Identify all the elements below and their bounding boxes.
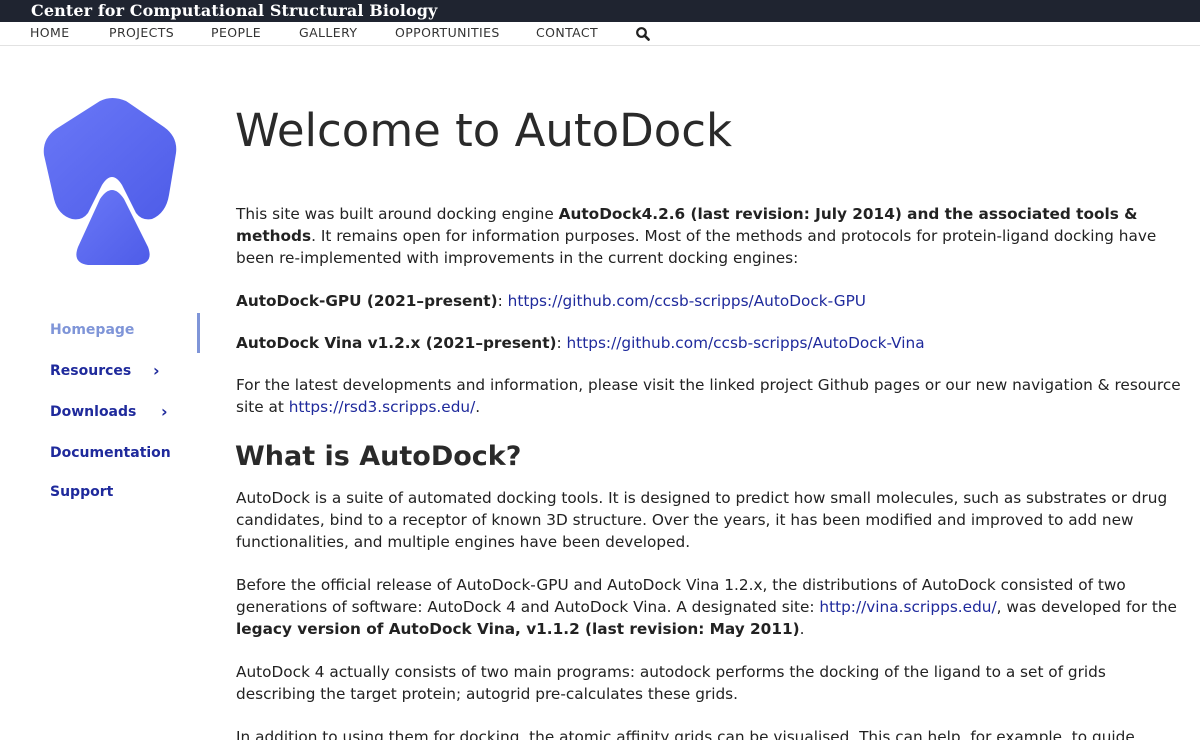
- what-paragraph-2: Before the official release of AutoDock-…: [236, 574, 1181, 640]
- sidebar-active-indicator: [197, 313, 200, 353]
- nav-item-people[interactable]: PEOPLE: [211, 25, 261, 40]
- sidebar-item-support[interactable]: Support: [50, 484, 113, 500]
- gpu-label: AutoDock-GPU (2021–present): [236, 292, 498, 310]
- page-title: Welcome to AutoDock: [235, 104, 733, 157]
- sidebar-item-resources[interactable]: Resources: [50, 363, 131, 379]
- site-title[interactable]: Center for Computational Structural Biol…: [31, 1, 437, 21]
- nav-item-home[interactable]: HOME: [30, 25, 70, 40]
- sidebar-item-downloads[interactable]: Downloads: [50, 404, 136, 420]
- gpu-sep: :: [497, 292, 508, 310]
- vina-link[interactable]: https://github.com/ccsb-scripps/AutoDock…: [567, 334, 925, 352]
- intro-text: This site was built around docking engin…: [236, 205, 559, 223]
- chevron-right-icon[interactable]: ›: [153, 361, 160, 380]
- what-paragraph-1: AutoDock is a suite of automated docking…: [236, 489, 1168, 551]
- nav-item-projects[interactable]: PROJECTS: [109, 25, 174, 40]
- nav-item-opportunities[interactable]: OPPORTUNITIES: [395, 25, 500, 40]
- intro-text-after: . It remains open for information purpos…: [236, 227, 1157, 267]
- what-heading: What is AutoDock?: [235, 441, 522, 472]
- rsd3-link[interactable]: https://rsd3.scripps.edu/: [289, 398, 476, 416]
- latest-after: .: [475, 398, 481, 416]
- vina-label: AutoDock Vina v1.2.x (2021–present): [236, 334, 557, 352]
- what-p2-middle: , was developed for the: [996, 598, 1177, 616]
- chevron-right-icon[interactable]: ›: [161, 402, 168, 421]
- gpu-link[interactable]: https://github.com/ccsb-scripps/AutoDock…: [508, 292, 866, 310]
- top-bar: Center for Computational Structural Biol…: [0, 0, 1200, 22]
- what-p2-bold: legacy version of AutoDock Vina, v1.1.2 …: [236, 620, 800, 638]
- vina-legacy-link[interactable]: http://vina.scripps.edu/: [819, 598, 996, 616]
- search-icon[interactable]: [635, 26, 651, 42]
- sidebar-item-homepage[interactable]: Homepage: [50, 322, 134, 338]
- vina-line: AutoDock Vina v1.2.x (2021–present): htt…: [236, 332, 1181, 354]
- intro-paragraph: This site was built around docking engin…: [236, 203, 1181, 269]
- what-p2-after: .: [799, 620, 805, 638]
- nav-item-gallery[interactable]: GALLERY: [299, 25, 357, 40]
- sidebar-item-documentation[interactable]: Documentation: [50, 445, 171, 461]
- latest-paragraph: For the latest developments and informat…: [236, 374, 1181, 418]
- what-paragraph-3: AutoDock 4 actually consists of two main…: [236, 663, 1106, 703]
- autodock-logo[interactable]: [38, 95, 186, 271]
- gpu-line: AutoDock-GPU (2021–present): https://git…: [236, 290, 1181, 312]
- nav-item-contact[interactable]: CONTACT: [536, 25, 598, 40]
- what-paragraph-4: In addition to using them for docking, t…: [236, 728, 1135, 740]
- vina-sep: :: [556, 334, 567, 352]
- main-nav: HOME PROJECTS PEOPLE GALLERY OPPORTUNITI…: [0, 22, 1200, 46]
